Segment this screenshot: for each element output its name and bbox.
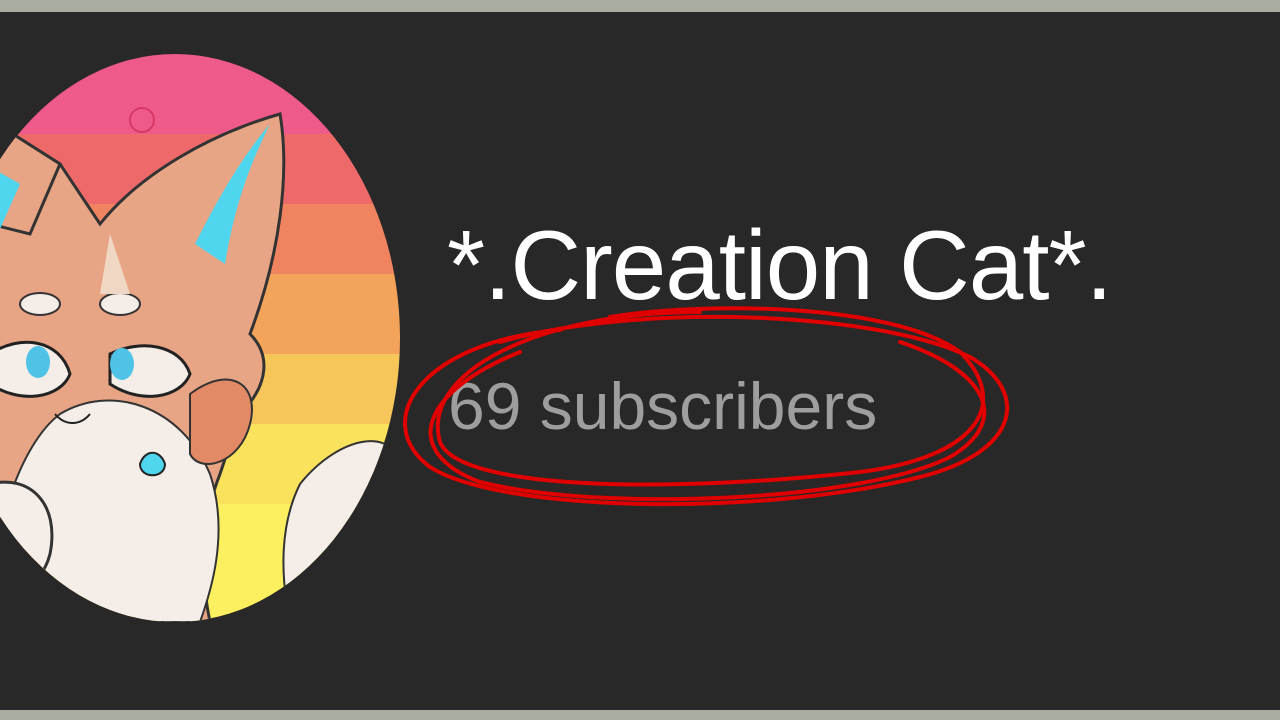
channel-avatar[interactable] xyxy=(0,54,400,622)
channel-name[interactable]: *.Creation Cat*. xyxy=(447,210,1113,320)
cat-avatar-icon xyxy=(0,54,400,622)
channel-header: *.Creation Cat*. 69 subscribers xyxy=(0,12,1280,710)
subscriber-count: 69 subscribers xyxy=(448,369,878,443)
